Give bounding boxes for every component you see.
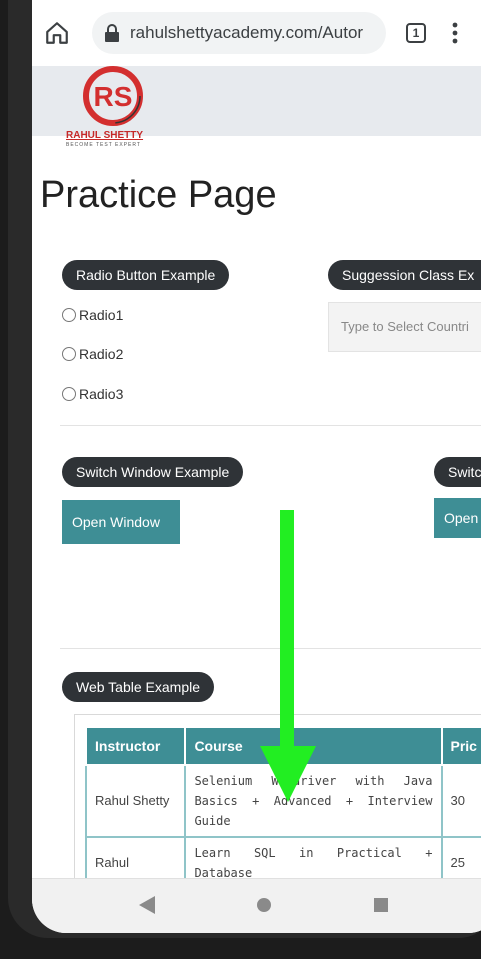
country-autocomplete-input[interactable]: Type to Select Countri xyxy=(328,302,481,352)
price-cell: 30 xyxy=(440,764,481,838)
switch-tab-legend: Switch xyxy=(434,457,481,487)
address-bar[interactable]: rahulshettyacademy.com/Autor xyxy=(92,12,386,54)
home-icon[interactable] xyxy=(44,20,70,46)
recent-apps-icon[interactable] xyxy=(374,898,388,912)
logo-text: RAHUL SHETTY xyxy=(66,130,144,141)
radio-legend: Radio Button Example xyxy=(62,260,230,290)
radio-option-1[interactable]: Radio1 xyxy=(62,307,123,323)
open-tab-button[interactable]: Open T xyxy=(434,498,481,538)
radio-button[interactable] xyxy=(62,308,76,322)
phone-screen: rahulshettyacademy.com/Autor 1 RS RAHUL … xyxy=(32,0,481,933)
back-icon[interactable] xyxy=(139,896,155,914)
browser-toolbar: rahulshettyacademy.com/Autor 1 xyxy=(32,0,481,66)
logo-tagline: BECOME TEST EXPERT xyxy=(66,142,141,148)
url-text: rahulshettyacademy.com/Autor xyxy=(130,23,364,42)
suggestion-legend: Suggession Class Ex xyxy=(328,260,481,290)
svg-text:RS: RS xyxy=(94,81,133,112)
tab-switcher-button[interactable]: 1 xyxy=(406,23,426,43)
web-table-legend: Web Table Example xyxy=(62,672,214,702)
section-divider xyxy=(60,425,481,426)
more-vert-icon[interactable] xyxy=(452,22,458,44)
column-header-price: Pric xyxy=(440,726,481,766)
radio-label: Radio2 xyxy=(79,346,124,362)
radio-label: Radio1 xyxy=(79,307,124,323)
android-navigation-bar xyxy=(32,878,481,933)
open-window-button[interactable]: Open Window xyxy=(62,500,180,544)
column-header-instructor: Instructor xyxy=(84,726,187,766)
radio-button[interactable] xyxy=(62,387,76,401)
instructor-cell: Rahul Shetty xyxy=(84,764,187,838)
page-title: Practice Page xyxy=(40,174,277,216)
switch-window-legend: Switch Window Example xyxy=(62,457,244,487)
phone-frame: rahulshettyacademy.com/Autor 1 RS RAHUL … xyxy=(8,0,481,938)
radio-button[interactable] xyxy=(62,347,76,361)
radio-option-2[interactable]: Radio2 xyxy=(62,346,123,362)
lock-icon xyxy=(105,24,119,42)
home-button-icon[interactable] xyxy=(257,898,271,912)
scroll-down-arrow-annotation xyxy=(260,510,316,802)
radio-label: Radio3 xyxy=(79,386,124,402)
radio-option-3[interactable]: Radio3 xyxy=(62,386,123,402)
